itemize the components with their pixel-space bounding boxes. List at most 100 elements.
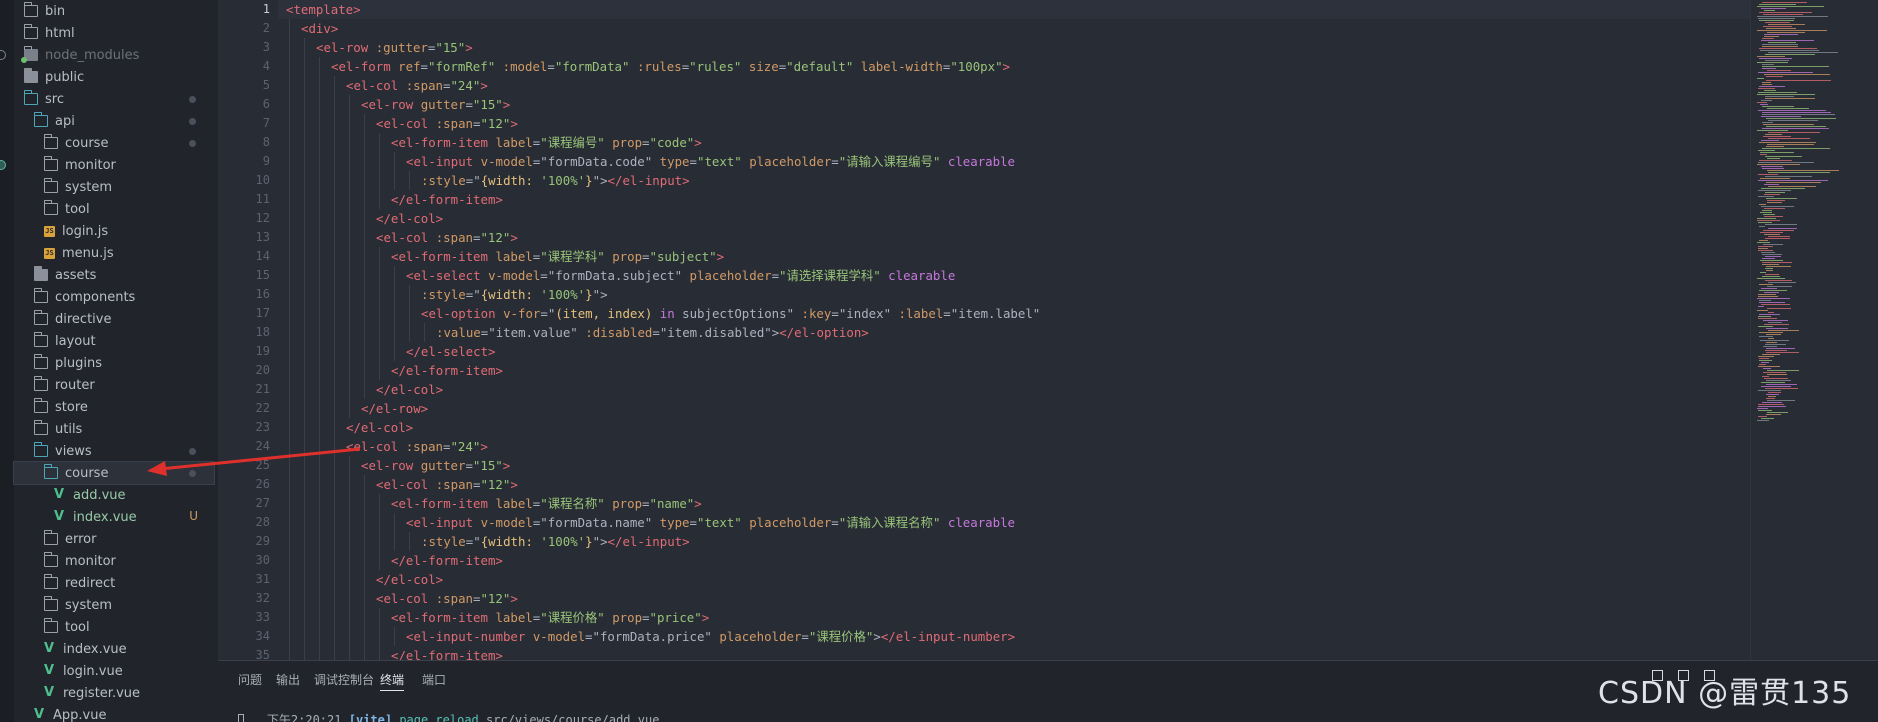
tree-item[interactable]: html <box>14 22 214 44</box>
code-line[interactable]: <el-col :span="24"> <box>346 437 488 456</box>
tree-item[interactable]: api <box>14 110 214 132</box>
indent-guide <box>304 589 305 608</box>
minimap-line <box>1768 228 1797 229</box>
indent-guide <box>319 551 320 570</box>
indent-guide <box>424 323 425 342</box>
code-line[interactable]: <el-form-item label="课程价格" prop="price"> <box>391 608 709 627</box>
tree-item[interactable]: error <box>14 528 214 550</box>
code-line[interactable]: </el-col> <box>376 570 443 589</box>
code-line[interactable]: </el-form-item> <box>391 646 503 660</box>
tree-item[interactable]: JS menu.js <box>14 242 214 264</box>
extension-status-icon[interactable] <box>0 160 6 170</box>
tree-item[interactable]: node_modules <box>14 44 214 66</box>
panel-tab[interactable]: 问题 <box>238 671 262 688</box>
tree-item[interactable]: utils <box>14 418 214 440</box>
tree-item[interactable]: views <box>14 440 214 462</box>
code-line[interactable]: <el-option v-for="(item, index) in subje… <box>421 304 1040 323</box>
tree-item[interactable]: system <box>14 594 214 616</box>
code-line[interactable]: <el-col :span="12"> <box>376 589 518 608</box>
code-line[interactable]: <template> <box>286 0 361 19</box>
code-line[interactable]: </el-col> <box>376 209 443 228</box>
tree-item[interactable]: plugins <box>14 352 214 374</box>
code-line[interactable]: <el-form-item label="课程学科" prop="subject… <box>391 247 724 266</box>
tree-item[interactable]: store <box>14 396 214 418</box>
code-line[interactable]: </el-form-item> <box>391 551 503 570</box>
code-line[interactable]: </el-select> <box>406 342 496 361</box>
code-line[interactable]: :style="{width: '100%'}"></el-input> <box>421 171 690 190</box>
tree-item[interactable]: assets <box>14 264 214 286</box>
tree-item[interactable]: course <box>14 132 214 154</box>
code-line[interactable]: <el-col :span="12"> <box>376 114 518 133</box>
code-line[interactable]: <el-input v-model="formData.name" type="… <box>406 513 1015 532</box>
code-line[interactable]: <el-select v-model="formData.subject" pl… <box>406 266 955 285</box>
folder-icon <box>34 376 48 391</box>
code-line[interactable]: <el-col :span="24"> <box>346 76 488 95</box>
source-control-icon[interactable] <box>0 50 6 60</box>
code-line[interactable]: :value="item.value" :disabled="item.disa… <box>436 323 869 342</box>
line-number: 8 <box>262 135 270 149</box>
minimap-line <box>1765 60 1789 61</box>
code-line[interactable]: </el-form-item> <box>391 361 503 380</box>
indent-guide <box>334 570 335 589</box>
code-line[interactable]: <el-form-item label="课程编号" prop="code"> <box>391 133 702 152</box>
tree-item[interactable]: course <box>13 461 215 485</box>
indent-guide <box>334 380 335 399</box>
tree-item[interactable]: Vadd.vue <box>14 484 214 506</box>
minimap-line <box>1763 26 1792 27</box>
tree-item[interactable]: public <box>14 66 214 88</box>
code-line[interactable]: <el-col :span="12"> <box>376 475 518 494</box>
code-line[interactable]: <el-row :gutter="15"> <box>316 38 473 57</box>
tree-item[interactable]: layout <box>14 330 214 352</box>
code-line[interactable]: :style="{width: '100%'}"> <box>421 285 608 304</box>
code-line[interactable]: <el-form-item label="课程名称" prop="name"> <box>391 494 702 513</box>
code-line[interactable]: <el-row gutter="15"> <box>361 456 510 475</box>
code-line[interactable]: <el-row gutter="15"> <box>361 95 510 114</box>
tree-item[interactable]: directive <box>14 308 214 330</box>
minimap-line <box>1762 128 1829 129</box>
tree-item[interactable]: tool <box>14 616 214 638</box>
code-line[interactable]: :style="{width: '100%'}"></el-input> <box>421 532 690 551</box>
code-line[interactable]: </el-col> <box>376 380 443 399</box>
minimap-line <box>1761 206 1794 207</box>
indent-guide <box>304 437 305 456</box>
tree-item[interactable]: system <box>14 176 214 198</box>
indent-guide <box>379 608 380 627</box>
indent-guide <box>304 570 305 589</box>
indent-guide <box>304 551 305 570</box>
code-line[interactable]: <el-input v-model="formData.code" type="… <box>406 152 1015 171</box>
indent-guide <box>304 228 305 247</box>
minimap-line <box>1768 120 1818 121</box>
code-line[interactable]: <el-col :span="12"> <box>376 228 518 247</box>
minimap[interactable] <box>1750 0 1878 660</box>
tree-item[interactable]: Vindex.vue <box>14 638 214 660</box>
panel-tab[interactable]: 调试控制台 <box>314 671 374 688</box>
code-token: =" <box>465 287 481 302</box>
tree-item[interactable]: tool <box>14 198 214 220</box>
panel-tab[interactable]: 输出 <box>276 671 300 688</box>
code-line[interactable]: <div> <box>301 19 338 38</box>
panel-tab[interactable]: 终端 <box>380 671 405 691</box>
tree-item[interactable]: JS login.js <box>14 220 214 242</box>
tree-item[interactable]: Vlogin.vue <box>14 660 214 682</box>
tree-item[interactable]: Vregister.vue <box>14 682 214 704</box>
tree-item[interactable]: bin <box>14 0 214 22</box>
code-editor[interactable]: 1 2 3 4 5 6 7 8 9 10 11 12 13 14 15 16 17 18 19 20 21 22 23 24 2… <box>218 0 1750 660</box>
code-token: "formData.price" <box>592 629 712 644</box>
tree-item[interactable]: redirect <box>14 572 214 594</box>
code-line[interactable]: <el-form ref="formRef" :model="formData"… <box>331 57 1010 76</box>
code-line[interactable]: </el-col> <box>346 418 413 437</box>
tree-item[interactable]: src <box>14 88 214 110</box>
folder-icon <box>34 288 48 303</box>
tree-item[interactable]: monitor <box>14 154 214 176</box>
tree-item[interactable]: components <box>14 286 214 308</box>
tree-item[interactable]: router <box>14 374 214 396</box>
panel-tab[interactable]: 端口 <box>422 671 446 688</box>
code-line[interactable]: <el-input-number v-model="formData.price… <box>406 627 1015 646</box>
tree-item[interactable]: V App.vue <box>14 704 214 722</box>
code-line[interactable]: </el-form-item> <box>391 190 503 209</box>
tree-item[interactable]: monitor <box>14 550 214 572</box>
indent-guide <box>334 494 335 513</box>
tree-item[interactable]: Vindex.vue U <box>14 506 214 528</box>
code-line[interactable]: </el-row> <box>361 399 428 418</box>
